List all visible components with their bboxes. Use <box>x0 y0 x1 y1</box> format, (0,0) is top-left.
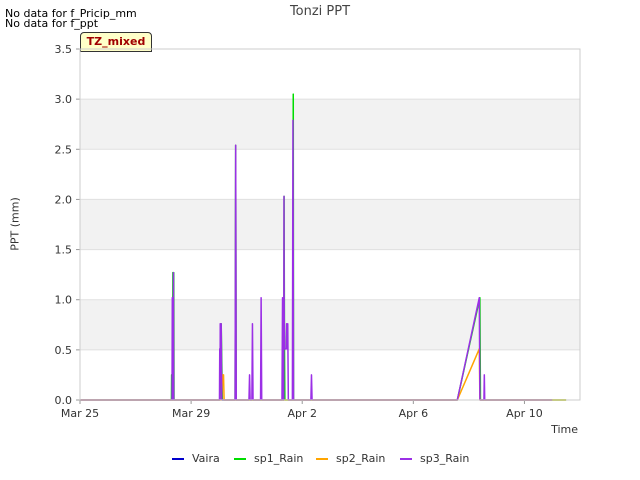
grid-band <box>80 199 580 250</box>
series-line-sp2_Rain <box>80 348 567 401</box>
y-tick-label: 0.5 <box>55 344 73 357</box>
y-tick-label: 3.5 <box>55 43 73 56</box>
legend-label: sp1_Rain <box>254 452 304 465</box>
legend-label: sp2_Rain <box>336 452 386 465</box>
x-tick-label: Mar 25 <box>61 407 99 420</box>
legend-swatch <box>172 458 184 460</box>
legend-swatch <box>316 458 328 460</box>
y-tick-label: 2.5 <box>55 143 73 156</box>
site-badge: TZ_mixed <box>80 32 152 52</box>
legend-item-sp1_Rain: sp1_Rain <box>234 452 303 465</box>
x-tick-label: Apr 6 <box>399 407 429 420</box>
y-tick-label: 3.0 <box>55 93 73 106</box>
x-axis-label: Time <box>551 423 578 436</box>
legend-swatch <box>234 458 246 460</box>
plot-frame <box>79 48 581 401</box>
legend: Vaira sp1_Rain sp2_Rain sp3_Rain <box>0 452 640 470</box>
legend-item-Vaira: Vaira <box>172 452 220 465</box>
grid-band <box>80 99 580 150</box>
series-line-sp3_Rain <box>80 119 553 401</box>
legend-label: sp3_Rain <box>420 452 470 465</box>
grid-band <box>80 299 580 350</box>
y-tick-label: 0.0 <box>55 394 73 407</box>
y-axis-label: PPT (mm) <box>8 197 22 251</box>
y-tick-label: 2.0 <box>55 193 73 206</box>
chart-title: Tonzi PPT <box>289 4 351 19</box>
x-tick-label: Apr 2 <box>287 407 317 420</box>
series-line-sp1_Rain <box>80 93 567 401</box>
chart: No data for f_Pricip_mm No data for f_pp… <box>0 0 640 480</box>
legend-label: Vaira <box>192 452 220 465</box>
plot-area: 0.0 0.5 1.0 1.5 2.0 2.5 3.0 3.5 Mar 25 Mar 29 Apr … <box>55 43 581 420</box>
y-tick-label: 1.5 <box>55 244 73 257</box>
legend-swatch <box>400 458 412 460</box>
legend-item-sp2_Rain: sp2_Rain <box>316 452 385 465</box>
x-tick-label: Mar 29 <box>172 407 210 420</box>
x-tick-label: Apr 10 <box>506 407 543 420</box>
y-tick-label: 1.0 <box>55 294 73 307</box>
legend-item-sp3_Rain: sp3_Rain <box>400 452 469 465</box>
